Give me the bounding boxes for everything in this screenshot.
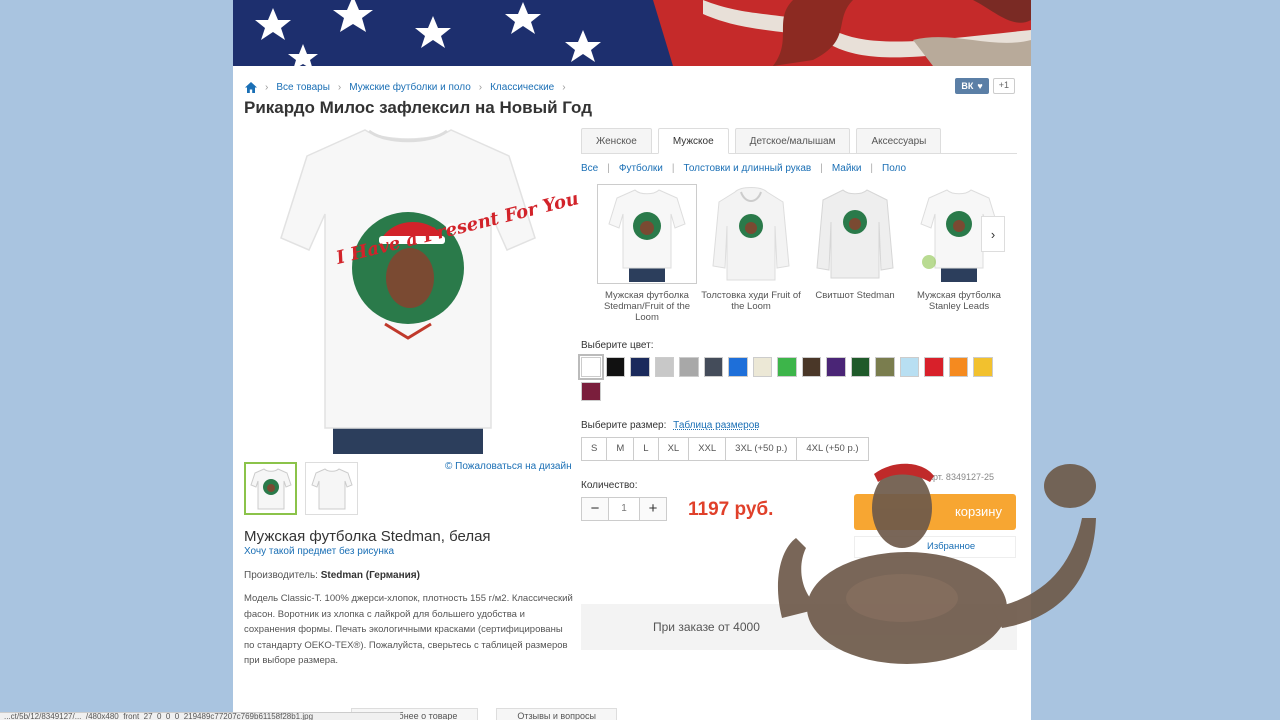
variant-item[interactable]: Свитшот Stedman: [805, 184, 905, 323]
variant-item[interactable]: Мужская футболка Stanley Leads: [909, 184, 1009, 323]
tab-accessories[interactable]: Аксессуары: [856, 128, 942, 154]
color-swatch[interactable]: [777, 357, 797, 377]
thumbnail-back[interactable]: [305, 462, 358, 515]
color-swatches: [578, 354, 1001, 401]
variant-name: Мужская футболка Stanley Leads: [917, 290, 1001, 312]
color-swatch[interactable]: [826, 357, 846, 377]
manufacturer-value: Stedman (Германия): [320, 570, 420, 581]
color-swatch[interactable]: [728, 357, 748, 377]
category-tabs: Женское Мужское Детское/малышам Аксессуа…: [581, 128, 1017, 154]
variant-name: Мужская футболка Stedman/Fruit of the Lo…: [603, 290, 691, 323]
color-label: Выберите цвет:: [581, 340, 654, 351]
color-swatch[interactable]: [973, 357, 993, 377]
vk-label: ВК: [961, 81, 974, 91]
size-table-link[interactable]: Таблица размеров: [673, 420, 759, 431]
quantity-minus-button[interactable]: −: [581, 497, 609, 521]
variant-image: [597, 184, 697, 284]
color-swatch[interactable]: [578, 354, 604, 380]
subcat-hoodies[interactable]: Толстовки и длинный рукав: [684, 163, 812, 174]
quantity-stepper: − 1 +: [581, 497, 667, 521]
product-main-image[interactable]: I Have a Present For You: [273, 128, 581, 454]
quantity-plus-button[interactable]: +: [639, 497, 667, 521]
color-swatch[interactable]: [630, 357, 650, 377]
header-banner: [233, 0, 1031, 66]
color-swatch[interactable]: [924, 357, 944, 377]
tab-kids[interactable]: Детское/малышам: [734, 128, 851, 154]
color-swatch[interactable]: [801, 357, 821, 377]
color-swatch[interactable]: [850, 357, 870, 377]
size-option[interactable]: M: [606, 437, 635, 461]
size-option[interactable]: XXL: [688, 437, 727, 461]
color-swatch[interactable]: [703, 357, 723, 377]
breadcrumb-classic[interactable]: Классические: [490, 82, 554, 93]
subcat-all[interactable]: Все: [581, 163, 598, 174]
size-option[interactable]: XL: [657, 437, 690, 461]
tab-women[interactable]: Женское: [581, 128, 652, 154]
size-option[interactable]: L: [633, 437, 659, 461]
vk-share-button[interactable]: ВК ♥: [955, 78, 989, 94]
divider: |: [870, 163, 874, 174]
product-name: Мужская футболка Stedman, белая: [244, 528, 491, 545]
divider: |: [671, 163, 675, 174]
breadcrumb-all-products[interactable]: Все товары: [276, 82, 330, 93]
product-variants: Мужская футболка Stedman/Fruit of the Lo…: [597, 184, 1009, 323]
plus-one-button[interactable]: +1: [992, 78, 1015, 94]
page-title: Рикардо Милос зафлексил на Новый Год: [244, 98, 593, 117]
subcat-tanks[interactable]: Майки: [832, 163, 862, 174]
color-swatch[interactable]: [752, 357, 772, 377]
subcat-polo[interactable]: Поло: [882, 163, 906, 174]
variant-name: Толстовка худи Fruit of the Loom: [701, 290, 801, 312]
browser-status-bar: ...ct/5b/12/8349127/..._/480x480_front_2…: [0, 712, 400, 720]
product-description: Модель Classic-T. 100% джерси-хлопок, пл…: [244, 593, 573, 666]
color-swatch[interactable]: [654, 357, 674, 377]
tab-men[interactable]: Мужское: [657, 128, 729, 154]
manufacturer: Производитель: Stedman (Германия): [244, 570, 420, 581]
breadcrumb-separator: ›: [337, 82, 342, 93]
subcat-tshirts[interactable]: Футболки: [619, 163, 663, 174]
quantity-input[interactable]: 1: [609, 497, 639, 521]
color-swatch[interactable]: [875, 357, 895, 377]
tab-reviews[interactable]: Отзывы и вопросы: [496, 708, 617, 720]
flag-banner-image: [233, 0, 1031, 66]
image-thumbnails: [244, 462, 358, 515]
color-swatch[interactable]: [679, 357, 699, 377]
size-option[interactable]: S: [581, 437, 608, 461]
home-icon[interactable]: [245, 82, 257, 93]
breadcrumb-separator: ›: [265, 82, 269, 93]
social-buttons: ВК ♥ +1: [955, 78, 1015, 94]
variant-item[interactable]: Толстовка худи Fruit of the Loom: [701, 184, 801, 323]
variant-image: [701, 184, 801, 284]
variant-image: [805, 184, 905, 284]
variant-item[interactable]: Мужская футболка Stedman/Fruit of the Lo…: [597, 184, 697, 323]
subcategory-links: Все | Футболки | Толстовки и длинный рук…: [581, 163, 906, 174]
color-swatch[interactable]: [948, 357, 968, 377]
color-swatch[interactable]: [899, 357, 919, 377]
breadcrumb-separator: ›: [478, 82, 483, 93]
color-swatch[interactable]: [605, 357, 625, 377]
heart-icon: ♥: [977, 81, 983, 91]
thumbnail-front[interactable]: [244, 462, 297, 515]
breadcrumb-mens-tshirts[interactable]: Мужские футболки и поло: [349, 82, 471, 93]
product-price: 1197 руб.: [688, 499, 774, 520]
divider: |: [607, 163, 610, 174]
breadcrumb: › Все товары › Мужские футболки и поло ›…: [245, 82, 566, 93]
quantity-label: Количество:: [581, 480, 638, 491]
size-label: Выберите размер: Таблица размеров: [581, 420, 760, 431]
overlay-figure-image: [762, 458, 1112, 672]
breadcrumb-separator: ›: [562, 82, 566, 93]
chevron-right-icon[interactable]: ›: [981, 216, 1005, 252]
complain-link[interactable]: © Пожаловаться на дизайн: [445, 461, 572, 472]
color-swatch[interactable]: [581, 381, 601, 401]
size-label-text: Выберите размер:: [581, 420, 667, 431]
divider: |: [820, 163, 823, 174]
variant-name: Свитшот Stedman: [815, 290, 895, 301]
no-print-link[interactable]: Хочу такой предмет без рисунка: [244, 546, 394, 557]
manufacturer-label: Производитель:: [244, 570, 318, 581]
